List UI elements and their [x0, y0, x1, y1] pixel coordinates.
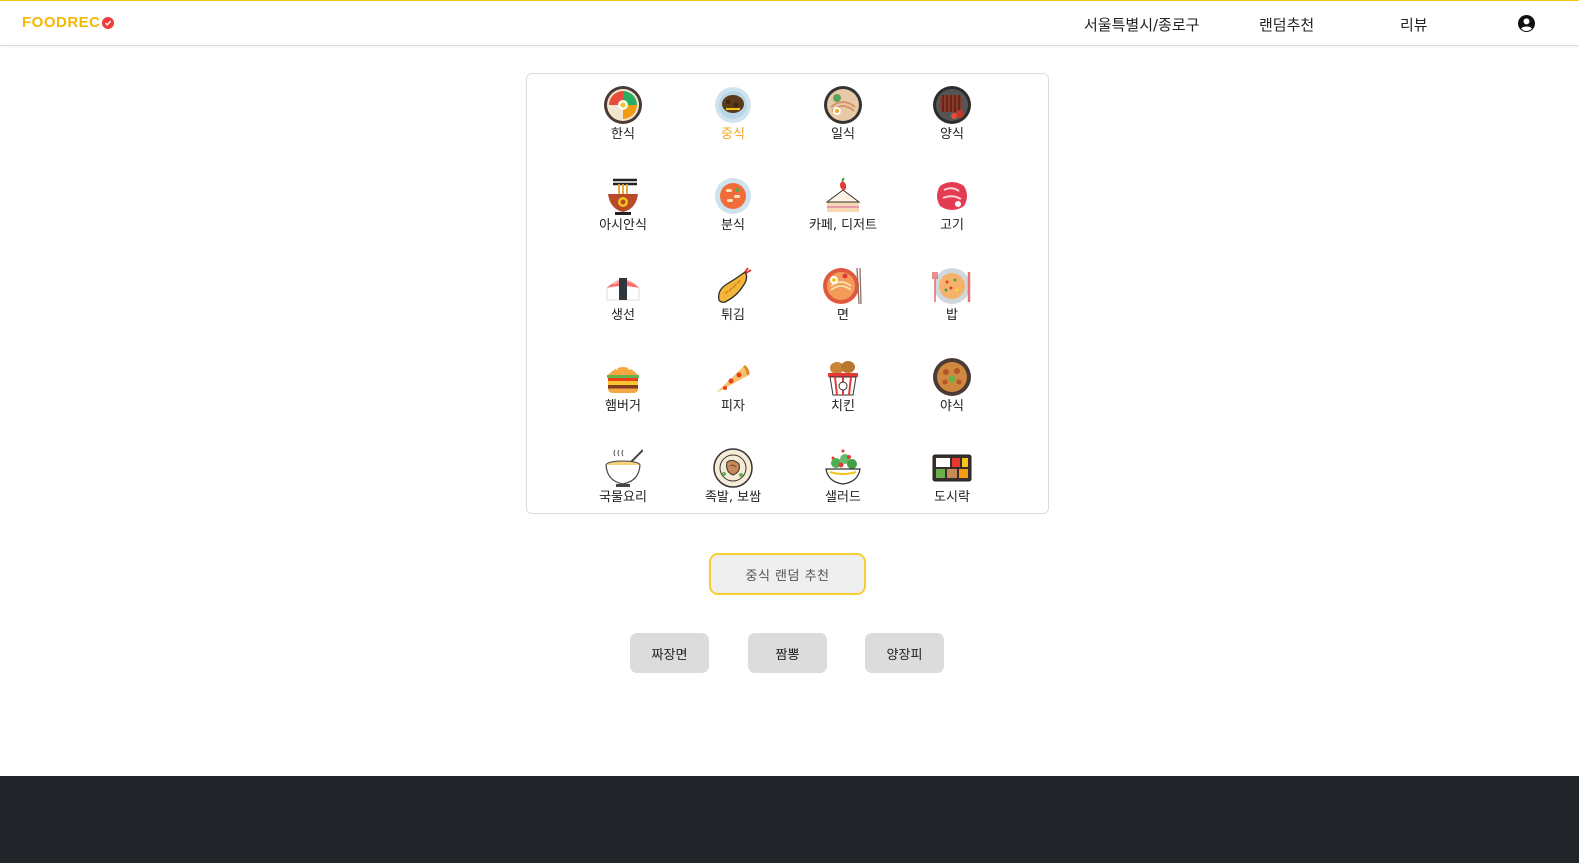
category-label: 카페, 디저트 [808, 218, 878, 233]
chicken-icon [828, 361, 858, 396]
category-western[interactable]: 양식 [897, 85, 1007, 155]
category-label: 밥 [946, 308, 958, 323]
jokbal-icon [713, 448, 753, 488]
ramen-icon [824, 86, 862, 124]
hamburger-icon [607, 365, 639, 393]
sushi-icon [606, 278, 640, 301]
category-noodles[interactable]: 면 [788, 266, 898, 336]
category-label: 중식 [721, 127, 745, 142]
soup-icon [605, 449, 643, 487]
category-soup[interactable]: 국물요리 [568, 448, 678, 518]
category-korean[interactable]: 한식 [568, 85, 678, 155]
category-snack[interactable]: 분식 [678, 176, 788, 246]
category-meat[interactable]: 고기 [897, 176, 1007, 246]
category-chinese[interactable]: 중식 [678, 85, 788, 155]
category-label: 피자 [721, 399, 745, 414]
result-chip-3[interactable]: 양장피 [865, 633, 944, 673]
category-asian[interactable]: 아시안식 [568, 176, 678, 246]
category-label: 생선 [611, 308, 635, 323]
category-panel: 한식 중식 일식 양식 아시안식 분식 카페, 디저트 고기 생선 튀김 면 밥… [526, 73, 1049, 514]
location-selector[interactable]: 서울특별시/종로구 [1084, 14, 1199, 35]
category-cafe-dessert[interactable]: 카페, 디저트 [788, 176, 898, 246]
noodle-icon [823, 267, 862, 305]
salad-icon [825, 449, 861, 485]
top-navbar: FOODREC 서울특별시/종로구 랜덤추천 리뷰 [0, 0, 1579, 46]
meat-icon [937, 182, 967, 210]
category-label: 양식 [940, 127, 964, 142]
category-label: 족발, 보쌈 [704, 490, 762, 505]
fried-shrimp-icon [718, 267, 752, 303]
category-japanese[interactable]: 일식 [788, 85, 898, 155]
category-salad[interactable]: 샐러드 [788, 448, 898, 518]
category-pizza[interactable]: 피자 [678, 357, 788, 427]
late-night-food-icon [933, 358, 971, 396]
user-profile-icon[interactable] [1518, 15, 1535, 32]
category-late-night[interactable]: 야식 [897, 357, 1007, 427]
category-label: 치킨 [831, 399, 855, 414]
random-recommend-button[interactable]: 중식 랜덤 추천 [709, 553, 866, 595]
tteokbokki-icon [715, 178, 751, 214]
nav-review[interactable]: 리뷰 [1400, 14, 1428, 35]
category-fried[interactable]: 튀김 [678, 266, 788, 336]
category-jokbal-bossam[interactable]: 족발, 보쌈 [678, 448, 788, 518]
category-lunchbox[interactable]: 도시락 [897, 448, 1007, 518]
category-label: 국물요리 [599, 490, 647, 505]
category-label: 일식 [831, 127, 855, 142]
category-label: 햄버거 [605, 399, 641, 414]
category-label: 분식 [721, 218, 745, 233]
lunchbox-icon [932, 454, 972, 482]
category-label: 고기 [940, 218, 964, 233]
result-chip-1[interactable]: 짜장면 [630, 633, 709, 673]
pizza-icon [716, 365, 750, 393]
bibimbap-icon [604, 86, 642, 124]
category-chicken[interactable]: 치킨 [788, 357, 898, 427]
nav-random-recommend[interactable]: 랜덤추천 [1259, 14, 1314, 35]
jajangmyeon-icon [715, 87, 751, 123]
category-label: 아시안식 [599, 218, 647, 233]
footer [0, 776, 1579, 863]
logo-text: FOODREC [22, 14, 101, 31]
category-label: 도시락 [934, 490, 970, 505]
result-chip-2[interactable]: 짬뽕 [748, 633, 827, 673]
category-hamburger[interactable]: 햄버거 [568, 357, 678, 427]
category-label: 야식 [940, 399, 964, 414]
category-label: 한식 [611, 127, 635, 142]
steak-icon [933, 86, 971, 124]
category-fish[interactable]: 생선 [568, 266, 678, 336]
logo[interactable]: FOODREC [22, 14, 114, 31]
noodle-bowl-icon [608, 178, 638, 215]
fried-rice-icon [932, 268, 971, 304]
cake-icon [825, 177, 861, 212]
category-rice[interactable]: 밥 [897, 266, 1007, 336]
category-label: 튀김 [721, 308, 745, 323]
category-label: 면 [837, 308, 849, 323]
check-badge-icon [101, 16, 114, 29]
category-label: 샐러드 [825, 490, 861, 505]
